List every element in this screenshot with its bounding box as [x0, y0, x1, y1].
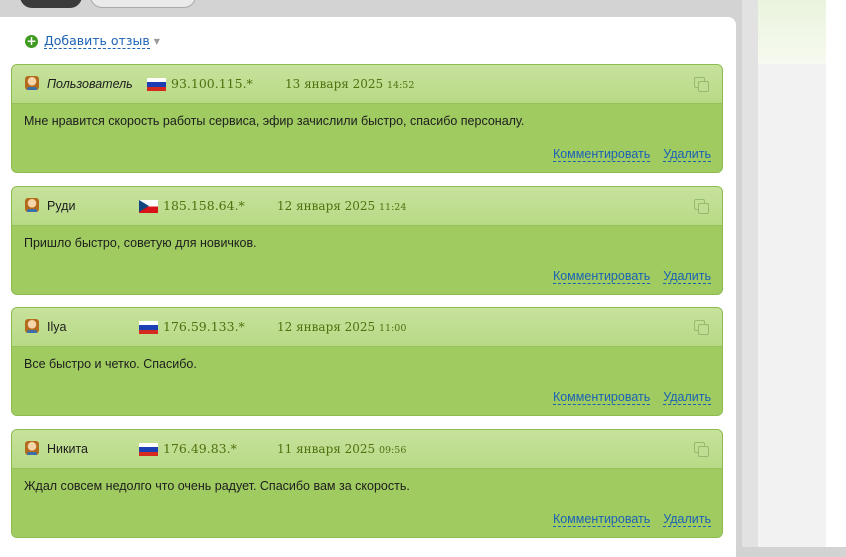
review-body: Пришло быстро, советую для новичков. Ком…	[12, 226, 722, 294]
review-date: 11 января 2025 09:56	[277, 441, 406, 459]
review-body: Мне нравится скорость работы сервиса, эф…	[12, 104, 722, 172]
review-ip: 185.158.64.*	[163, 198, 245, 213]
review-text: Мне нравится скорость работы сервиса, эф…	[24, 114, 525, 128]
review-date: 13 января 2025 14:52	[285, 76, 414, 94]
review-text: Пришло быстро, советую для новичков.	[24, 236, 257, 250]
review-date-day: 12 января 2025	[277, 199, 376, 213]
review-date: 12 января 2025 11:24	[277, 198, 406, 216]
delete-link[interactable]: Удалить	[663, 269, 711, 284]
review-body: Ждал совсем недолго что очень радует. Сп…	[12, 469, 722, 537]
review-date-day: 12 января 2025	[277, 320, 376, 334]
review-actions: Комментировать Удалить	[552, 390, 711, 405]
user-icon	[25, 441, 39, 455]
review-card: Руди 185.158.64.* 12 января 2025 11:24 П…	[11, 186, 723, 295]
review-actions: Комментировать Удалить	[552, 147, 711, 162]
delete-link[interactable]: Удалить	[663, 390, 711, 405]
review-author: Ilya	[47, 320, 67, 334]
tab-inactive[interactable]	[90, 0, 196, 8]
review-card: Никита 176.49.83.* 11 января 2025 09:56 …	[11, 429, 723, 538]
side-panel-highlight	[758, 0, 826, 64]
review-author: Руди	[47, 199, 76, 213]
review-card: Пользователь 93.100.115.* 13 января 2025…	[11, 64, 723, 173]
copy-icon[interactable]	[694, 442, 709, 457]
copy-icon[interactable]	[694, 77, 709, 92]
tab-active[interactable]	[20, 0, 82, 8]
review-text: Ждал совсем недолго что очень радует. Сп…	[24, 479, 410, 493]
review-header: Ilya 176.59.133.* 12 января 2025 11:00	[12, 308, 722, 347]
review-text: Все быстро и четко. Спасибо.	[24, 357, 197, 371]
review-date: 12 января 2025 11:00	[277, 319, 406, 337]
comment-link[interactable]: Комментировать	[552, 512, 651, 527]
czech-flag-icon	[139, 200, 158, 213]
delete-link[interactable]: Удалить	[663, 147, 711, 162]
russia-flag-icon	[139, 443, 158, 456]
review-body: Все быстро и четко. Спасибо. Комментиров…	[12, 347, 722, 415]
review-time: 11:00	[379, 323, 407, 334]
review-time: 11:24	[379, 202, 407, 213]
review-card: Ilya 176.59.133.* 12 января 2025 11:00 В…	[11, 307, 723, 416]
plus-icon: +	[25, 34, 38, 48]
user-icon	[25, 198, 39, 212]
review-date-day: 11 января 2025	[277, 442, 376, 456]
comment-link[interactable]: Комментировать	[552, 390, 651, 405]
review-actions: Комментировать Удалить	[552, 512, 711, 527]
scroll-gutter	[742, 0, 758, 547]
russia-flag-icon	[147, 78, 166, 91]
comment-link[interactable]: Комментировать	[552, 269, 651, 284]
page-margin	[826, 0, 846, 547]
add-review-link[interactable]: Добавить отзыв	[44, 34, 150, 49]
review-actions: Комментировать Удалить	[552, 269, 711, 284]
delete-link[interactable]: Удалить	[663, 512, 711, 527]
side-panel	[758, 0, 826, 547]
comment-link[interactable]: Комментировать	[552, 147, 651, 162]
review-ip: 93.100.115.*	[171, 76, 253, 91]
copy-icon[interactable]	[694, 199, 709, 214]
review-ip: 176.59.133.*	[163, 319, 245, 334]
review-time: 14:52	[387, 80, 415, 91]
review-ip: 176.49.83.*	[163, 441, 237, 456]
review-header: Никита 176.49.83.* 11 января 2025 09:56	[12, 430, 722, 469]
russia-flag-icon	[139, 321, 158, 334]
review-date-day: 13 января 2025	[285, 77, 384, 91]
tab-strip	[0, 0, 740, 14]
review-author: Пользователь	[47, 77, 133, 91]
add-review-control[interactable]: + Добавить отзыв ▼	[25, 34, 160, 49]
review-header: Руди 185.158.64.* 12 января 2025 11:24	[12, 187, 722, 226]
copy-icon[interactable]	[694, 320, 709, 335]
user-icon	[25, 319, 39, 333]
caret-down-icon[interactable]: ▼	[154, 37, 160, 46]
review-time: 09:56	[379, 445, 407, 456]
review-author: Никита	[47, 442, 88, 456]
user-icon	[25, 76, 39, 90]
review-header: Пользователь 93.100.115.* 13 января 2025…	[12, 65, 722, 104]
